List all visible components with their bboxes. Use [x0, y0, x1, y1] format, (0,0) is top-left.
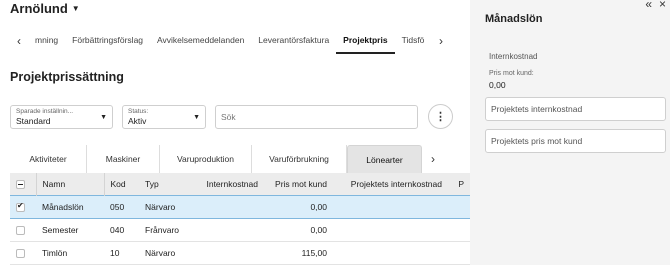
main-area: Arnölund ▼ ‹ mning Förbättringsförslag Avv…: [0, 0, 470, 265]
table-cell: 040: [104, 218, 139, 242]
column-header[interactable]: Pris mot kund: [264, 173, 333, 195]
table-cell: [189, 194, 264, 219]
subtab-varuproduktion[interactable]: Varuproduktion: [160, 145, 252, 173]
table-cell: Timlön: [36, 241, 104, 265]
company-selector[interactable]: Arnölund ▼: [10, 1, 80, 16]
subtab-maskiner[interactable]: Maskiner: [87, 145, 160, 173]
search-input[interactable]: Sök: [215, 105, 418, 129]
nav-tab[interactable]: Projektpris: [336, 28, 395, 54]
column-header[interactable]: Namn: [35, 173, 104, 195]
dropdown-arrow-icon: ▼: [100, 114, 107, 121]
status-select[interactable]: Status: Aktiv ▼: [122, 105, 206, 129]
nav-tab[interactable]: Tidsfö: [395, 28, 432, 54]
price-label: Pris mot kund:: [489, 70, 534, 77]
caret-down-icon: ▼: [71, 4, 80, 13]
row-checkbox[interactable]: [10, 241, 36, 265]
column-header[interactable]: Projektets internkostnad: [333, 173, 448, 195]
panel-title: Månadslön: [485, 13, 543, 25]
table-cell: 115,00: [264, 241, 333, 265]
table-cell: [333, 194, 448, 219]
table-cell: Frånvaro: [139, 218, 189, 242]
row-checkbox[interactable]: [10, 218, 36, 242]
company-name: Arnölund: [10, 1, 68, 16]
dropdown-arrow-icon: ▼: [193, 114, 200, 121]
subtab-aktiviteter[interactable]: Aktiviteter: [10, 145, 87, 173]
sub-tabs: Aktiviteter Maskiner Varuproduktion Varu…: [10, 145, 450, 173]
collapse-panel-icon[interactable]: «: [645, 0, 652, 11]
detail-panel: « × Månadslön Internkostnad Pris mot kun…: [470, 0, 670, 265]
nav-tab-list: mning Förbättringsförslag Avvikelsemeddela…: [28, 28, 432, 54]
saved-settings-select[interactable]: Sparade inställnin... Standard ▼: [10, 105, 113, 129]
page-title: Projektprissättning: [10, 70, 124, 84]
nav-tab[interactable]: Förbättringsförslag: [65, 28, 150, 54]
column-header[interactable]: Typ: [139, 173, 189, 195]
table-cell: Närvaro: [139, 194, 189, 219]
row-checkbox[interactable]: [10, 194, 36, 219]
nav-tabs: ‹ mning Förbättringsförslag Avvikelsemedde…: [10, 28, 450, 54]
table-cell: 10: [104, 241, 139, 265]
table-cell: [448, 194, 470, 219]
section-label: Internkostnad: [489, 52, 538, 61]
close-icon[interactable]: ×: [659, 0, 666, 11]
chevron-left-icon[interactable]: ‹: [10, 34, 28, 48]
nav-tab[interactable]: mning: [28, 28, 65, 54]
project-internal-cost-field[interactable]: Projektets internkostnad: [485, 97, 666, 121]
status-value: Aktiv: [128, 116, 147, 126]
table-cell: [333, 218, 448, 242]
table-cell: Månadslön: [36, 194, 104, 219]
more-options-icon[interactable]: ⋮: [428, 104, 453, 129]
table-cell: [189, 241, 264, 265]
table-row[interactable]: Timlön 10 Närvaro 115,00: [10, 241, 470, 265]
status-label: Status:: [128, 108, 149, 115]
subtab-lonearter[interactable]: Lönearter: [347, 145, 422, 173]
chevron-right-icon[interactable]: ›: [432, 34, 450, 48]
table-cell: [189, 218, 264, 242]
table-cell: Semester: [36, 218, 104, 242]
table-cell: [333, 241, 448, 265]
table-cell: 0,00: [264, 194, 333, 219]
column-header[interactable]: Internkostnad: [189, 173, 264, 195]
saved-settings-label: Sparade inställnin...: [16, 108, 74, 115]
subtab-varuforbrukning[interactable]: Varuförbrukning: [252, 145, 347, 173]
project-price-field[interactable]: Projektets pris mot kund: [485, 129, 666, 153]
table-row[interactable]: Månadslön050Närvaro 0,00: [10, 194, 470, 219]
column-header[interactable]: Kod: [103, 173, 139, 195]
select-all-checkbox[interactable]: [10, 173, 36, 195]
column-header[interactable]: P: [448, 173, 470, 195]
nav-tab[interactable]: Leverantörsfaktura: [251, 28, 336, 54]
table-cell: [448, 218, 470, 242]
chevron-right-icon[interactable]: ›: [422, 145, 444, 173]
table-header: Namn Kod Typ Internkostnad Pris mot kund…: [10, 173, 470, 195]
table-cell: Närvaro: [139, 241, 189, 265]
table-cell: 0,00: [264, 218, 333, 242]
nav-tab[interactable]: Avvikelsemeddelanden: [150, 28, 251, 54]
wage-types-table: Namn Kod Typ Internkostnad Pris mot kund…: [10, 173, 470, 265]
table-cell: [448, 241, 470, 265]
saved-settings-value: Standard: [16, 116, 51, 126]
table-cell: 050: [104, 194, 139, 219]
table-row[interactable]: Semester 040 Frånvaro 0,00: [10, 218, 470, 242]
price-value: 0,00: [489, 80, 506, 90]
